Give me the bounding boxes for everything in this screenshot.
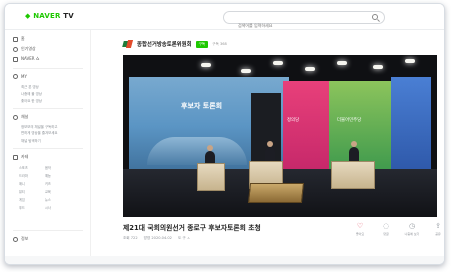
category-link[interactable]: 뉴스 [45,197,71,202]
sidebar-item-category[interactable]: 카테 [13,154,28,160]
logo-tv-text: TV [60,12,74,20]
sidebar-item-label: 인기영상 [21,46,36,51]
category-link[interactable]: 키즈 [45,181,71,186]
search-box [223,11,385,31]
sidebar-item-info[interactable]: 정보 [13,236,28,242]
search-icon[interactable] [372,14,378,20]
center-desk [247,183,305,203]
footer-strip [5,256,444,264]
divider [13,148,83,149]
heart-icon: ♡ [356,222,364,230]
action-label: 좋아요 [355,232,365,236]
category-link[interactable]: 드라마 [19,173,45,178]
stage-screen-right [391,77,431,175]
sidebar-item-label: MY [21,74,27,79]
stage-screen-title: 후보자 토론회 [181,102,223,110]
stage-screen-red-text: 정의당 [287,118,300,123]
channel-icon [13,114,18,120]
divider [13,68,83,69]
stage-light [305,67,315,71]
sidebar: 홈 인기영상 NAVER 쇼 MY 최근 본 영상 나중에 볼 영상 좋아요 한… [5,30,91,264]
stage-screen-green: 더불어민주당 [329,81,391,171]
sidebar-item-label: 카테 [21,154,29,159]
category-grid: 스포츠 음악 드라마 예능 애니 키즈 뷰티 교육 게임 뉴스 푸드 시사 [19,165,71,210]
category-link[interactable]: 애니 [19,181,45,186]
video-title: 제21대 국회의원선거 종로구 후보자토론회 초청 [123,224,261,232]
top-bar: ◆ NAVER TV [5,4,444,31]
channel-hint-1: 정보보의 채널을 구독하고 [21,125,58,129]
stage-light [273,61,283,65]
sidebar-item-popular[interactable]: 인기영상 [13,46,36,52]
my-recent-link[interactable]: 최근 본 영상 [21,84,39,89]
sidebar-item-label: 정보 [21,236,29,241]
assembly-building-image [147,137,247,165]
divider [13,230,83,231]
category-link[interactable]: 예능 [45,173,71,178]
later-icon: ◷ [408,222,416,230]
comment-button[interactable]: ◌ 댓글 [379,222,393,236]
channel-name[interactable]: 종합선거방송토론위원회 [137,40,192,48]
category-link[interactable]: 시사 [45,205,71,210]
browser-frame: ◆ NAVER TV 홈 인기영상 NAVER 쇼 MY 최근 본 영상 나중에… [4,3,445,265]
stage-light [241,69,251,73]
view-count: 조회 722 [123,236,138,240]
main-content: 종합선거방송토론위원회 구독 구독 368 후보자 토론회 정의당 더불어민주당 [91,30,444,264]
like-button[interactable]: ♡ 좋아요 [353,222,367,236]
category-link[interactable]: 스포츠 [19,165,45,170]
watch-later-button[interactable]: ◷ 나중에 보기 [404,222,420,236]
action-label: 공유 [435,232,441,236]
podium [331,161,375,189]
sidebar-item-naver-show[interactable]: NAVER 쇼 [13,56,39,62]
comment-icon: ◌ [382,222,390,230]
sidebar-item-channel[interactable]: 채널 [13,114,28,120]
action-label: 댓글 [383,232,389,236]
video-actions: ♡ 좋아요 ◌ 댓글 ◷ 나중에 보기 ⇪ 공유 [353,222,444,236]
show-icon [13,56,18,62]
stage-light [373,65,383,69]
category-icon [13,154,18,160]
subscribe-button[interactable]: 구독 [195,40,209,48]
info-icon [13,236,18,242]
my-liked-link[interactable]: 좋아요 한 영상 [21,98,42,103]
meta-extra: 도 구 ㅅ [177,236,191,240]
category-link[interactable]: 음악 [45,165,71,170]
sidebar-item-label: 홈 [21,36,25,41]
share-icon: ⇪ [435,222,441,230]
divider [13,108,83,109]
stage-screen-red: 정의당 [283,81,329,171]
video-meta: 조회 722 방영 2020.04.02 도 구 ㅅ [123,236,190,241]
sidebar-item-label: NAVER 쇼 [21,56,40,61]
action-label: 나중에 보기 [404,232,420,236]
upload-date: 방영 2020.04.02 [143,236,172,240]
logo-naver-text: ◆ NAVER [25,12,61,20]
stage-screen-green-text: 더불어민주당 [337,118,362,123]
stage-light [405,59,415,63]
channel-logo-icon[interactable] [123,40,133,48]
sidebar-item-my[interactable]: MY [13,74,27,79]
home-icon [13,36,18,42]
stage-light [201,63,211,67]
category-link[interactable]: 교육 [45,189,71,194]
channel-explore-link[interactable]: 채널 탐색하기 [21,138,41,143]
channel-hint-2: 편하게 영상을 즐겨보세요 [21,131,58,135]
category-link[interactable]: 푸드 [19,205,45,210]
sidebar-item-home[interactable]: 홈 [13,36,25,42]
video-player[interactable]: 후보자 토론회 정의당 더불어민주당 [123,55,437,217]
naver-tv-logo[interactable]: ◆ NAVER TV [25,12,74,20]
channel-header: 종합선거방송토론위원회 구독 구독 368 [123,38,227,50]
my-later-link[interactable]: 나중에 볼 영상 [21,91,42,96]
user-icon [13,74,18,79]
share-button[interactable]: ⇪ 공유 [431,222,444,236]
sidebar-item-label: 채널 [21,114,29,119]
subscriber-count: 구독 368 [212,41,227,46]
popular-icon [13,46,18,52]
category-link[interactable]: 게임 [19,197,45,202]
podium [197,163,225,191]
category-link[interactable]: 뷰티 [19,189,45,194]
stage-light [337,61,347,65]
